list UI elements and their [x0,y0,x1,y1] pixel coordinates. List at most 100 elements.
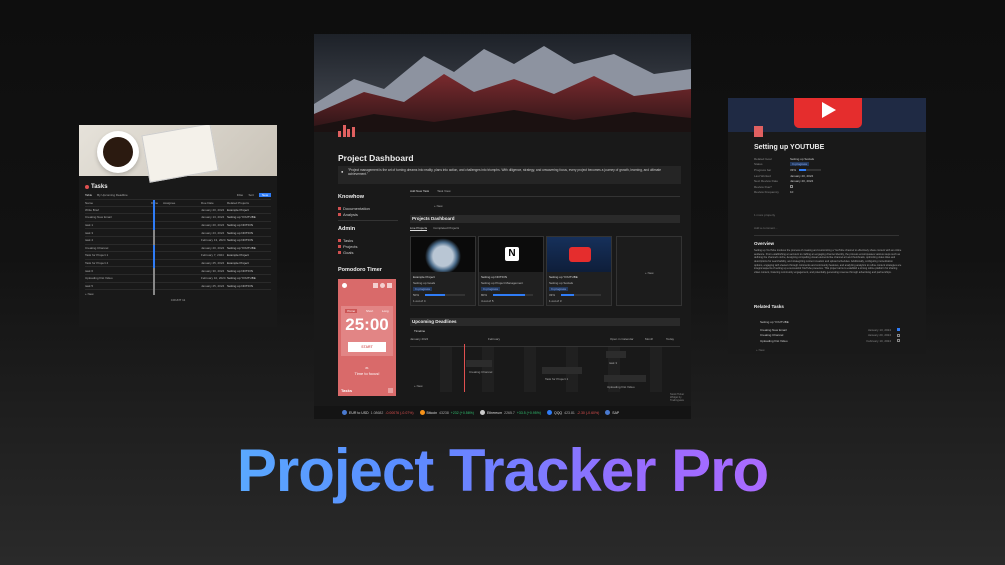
tab-live-projects[interactable]: Live Projects [410,226,428,231]
link-analysis[interactable]: Analysis [338,211,370,217]
table-row[interactable]: task 5 January 25, 2024 Setting up NOTION [85,275,271,295]
column-related-projects[interactable]: Related Projects [227,201,267,205]
ticker-value: 423.81 [564,410,575,415]
add-new-task-button[interactable]: Add New Task [410,189,429,193]
mode-long[interactable]: Long [382,309,389,313]
new-row-button[interactable]: + New [434,204,443,208]
more-icon[interactable] [388,388,393,393]
related-project[interactable]: Setting up NOTION [227,223,267,227]
related-project[interactable]: Example Project [227,208,267,212]
ticker-item[interactable]: EUR to USD 1.08682 -0.00076 (-0.07%) [342,410,414,415]
table-row[interactable]: Uploading first Video February 10, 2024 Se… [85,268,271,288]
goals-icon [338,250,341,254]
view-tab-table[interactable]: Table [85,193,92,197]
mode-pomo[interactable]: Pomo [345,309,358,313]
related-project[interactable]: Setting up YOUTUBE [227,246,267,250]
project-card[interactable]: Example Project Setting up Goals In progre… [410,236,476,306]
ticker-item[interactable]: SAP [605,410,619,415]
new-button[interactable]: New [258,193,271,197]
timeline-item-task-3[interactable]: task 3 [606,351,626,365]
filter-button[interactable]: Filter [237,193,244,197]
related-project[interactable]: Setting up NOTION [227,238,267,242]
related-project[interactable]: Setting up YOUTUBE [227,276,267,280]
timeline-new-button[interactable]: + New [414,384,423,388]
status-badge: In progress [790,162,810,167]
tasks-icon [338,238,341,242]
related-project[interactable]: Setting up NOTION [227,284,267,288]
table-row[interactable]: task 4 February 13, 2024 Setting up NOTION [85,230,271,250]
related-task-row[interactable]: Creating Channel January 20, 2024 [754,333,902,339]
link-goals[interactable]: Goals [338,249,357,255]
related-task-row[interactable]: Uploading first Video February 10, 2024 [754,338,902,344]
table-row[interactable]: Write Brief January 20, 2024 Example Proje… [85,199,271,219]
table-row[interactable]: task 3 January 23, 2024 Setting up NOTION [85,222,271,242]
ticker-item[interactable]: Bitcoin 43238 +232 (+0.56%) [419,410,474,415]
timeline-item-task-for-project-1[interactable]: Task for Project 1 [542,367,582,381]
progress-bar [493,294,533,296]
property-row[interactable]: Review Frequency 10 [754,190,914,196]
review-due-checkbox[interactable] [790,185,793,189]
column-assignee[interactable]: Assignee [163,201,201,205]
check-icon[interactable] [342,283,347,288]
column-name[interactable]: Name [85,201,151,205]
gear-icon[interactable] [380,283,385,288]
ticker-item[interactable]: QQQ 423.81 -2.30 (-0.60%) [546,410,599,415]
timeline-item-creating-channel[interactable]: Creating Channel [466,360,492,374]
mode-short[interactable]: Short [366,309,373,313]
link-documentation[interactable]: Documentation [338,205,370,211]
chart-icon[interactable] [373,283,378,288]
range-selector[interactable]: Month [645,337,653,341]
ticker-value: 2265.7 [504,410,515,415]
done-checkbox[interactable] [897,333,900,337]
related-project[interactable]: Setting up YOUTUBE [227,215,267,219]
due-date: January 30, 2024 [201,268,225,273]
done-checkbox[interactable] [897,339,900,343]
related-project[interactable]: Example Project [227,253,267,257]
table-row[interactable]: Creating New Email January 13, 2024 Settin… [85,207,271,227]
today-button[interactable]: Today [666,337,674,341]
ticker-credit[interactable]: Stock Ticker Widget by Tradingview [670,393,690,402]
new-project-card[interactable]: + New [616,236,682,306]
table-row[interactable]: task 1 January 20, 2024 Setting up NOTION [85,215,271,235]
related-new-button[interactable]: + New [756,348,765,352]
table-row[interactable]: Creating Channel January 20, 2024 Setting … [85,237,271,257]
bulb-icon: ● [341,169,344,174]
overview-heading: Overview [754,241,775,246]
sort-button[interactable]: Sort [248,193,254,197]
done-checkbox[interactable] [897,328,900,332]
timeline-view-tab[interactable]: Timeline [414,329,425,333]
project-card[interactable]: Setting up YOUTUBE Setting up Socials In p… [546,236,612,306]
project-card[interactable]: N Setting up NOTION Setting up Project Man… [478,236,544,306]
due-date: January 13, 2024 [201,215,225,220]
view-tab-upcoming[interactable]: By Upcoming Deadline [97,193,128,197]
related-task-row[interactable]: Creating New Email January 13, 2024 [754,327,902,333]
comment-input[interactable]: Add a comment... [754,226,778,230]
start-button[interactable]: START [348,342,386,352]
related-project[interactable]: Setting up NOTION [227,269,267,273]
table-row[interactable]: task 6 January 30, 2024 Setting up NOTION [85,260,271,280]
ticker-name: Ethereum [486,410,503,415]
task-view-button[interactable]: Task View [437,189,450,193]
quote-callout: ● "Project management is the art of turn… [338,166,681,184]
table-row[interactable]: Task for Project 4 January 25, 2024 Exampl… [85,253,271,273]
page-title: Project Dashboard [338,153,414,163]
more-properties[interactable]: 1 more property [754,213,775,217]
due-date: January 20, 2024 [201,207,225,212]
new-project-label[interactable]: + New [645,271,654,275]
open-in-calendar-button[interactable]: Open in Calendar [610,337,634,341]
related-project[interactable]: Example Project [227,261,267,265]
ticker-item[interactable]: Ethereum 2265.7 +33.5 (+0.95%) [479,410,541,415]
timeline-item-uploading-first-video[interactable]: Uploading first Video [604,375,646,389]
task-count: 4 out of 5 [481,299,494,303]
task-name: Creating New Email [85,215,112,220]
project-name: Setting up NOTION [481,275,508,279]
ticker-name: QQQ [553,410,563,415]
status-badge: In progress [481,287,501,291]
tab-completed-projects[interactable]: Completed Projects [433,226,459,231]
related-project[interactable]: Setting up NOTION [227,231,267,235]
column-due-date[interactable]: Due Date [201,201,227,205]
table-new-row[interactable]: + New [85,292,271,296]
user-icon[interactable] [387,283,392,288]
table-row[interactable]: Task for Project 1 February 7, 2024 Exampl… [85,245,271,265]
done-checkbox[interactable] [153,275,155,295]
